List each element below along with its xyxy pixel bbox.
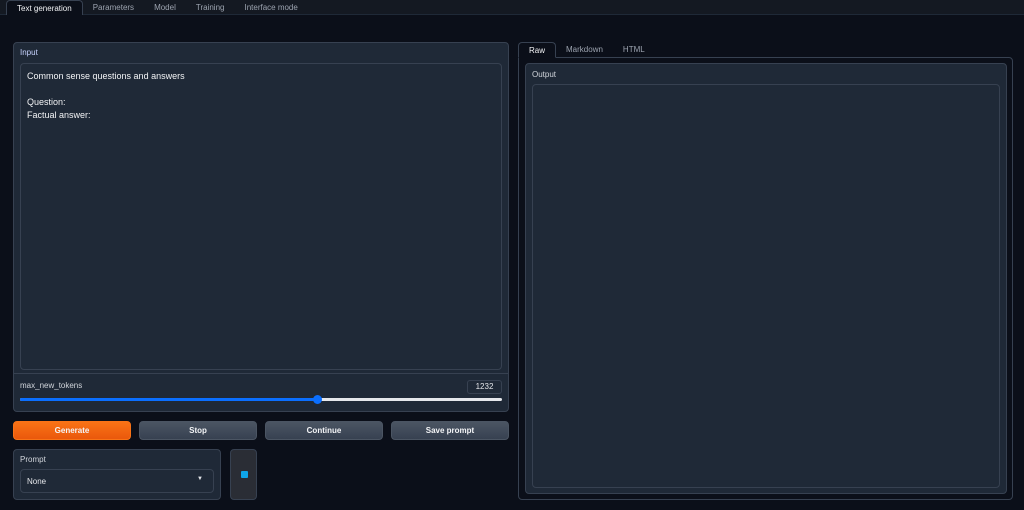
input-label: Input xyxy=(20,48,38,57)
save-prompt-button[interactable]: Save prompt xyxy=(391,421,509,440)
max-new-tokens-slider[interactable] xyxy=(20,395,502,404)
output-textarea[interactable] xyxy=(532,84,1000,488)
tab-interface-mode[interactable]: Interface mode xyxy=(234,0,307,15)
tab-parameters[interactable]: Parameters xyxy=(83,0,144,15)
tab-training[interactable]: Training xyxy=(186,0,235,15)
output-tabs: Raw Markdown HTML xyxy=(518,42,655,58)
main-tabs: Text generation Parameters Model Trainin… xyxy=(0,0,1024,15)
refresh-button[interactable] xyxy=(230,449,257,500)
slider-fill xyxy=(20,398,317,401)
stop-button[interactable]: Stop xyxy=(139,421,257,440)
slider-thumb[interactable] xyxy=(312,395,322,404)
tab-markdown[interactable]: Markdown xyxy=(556,42,613,58)
divider xyxy=(13,373,509,374)
tab-raw[interactable]: Raw xyxy=(518,42,557,58)
refresh-icon xyxy=(241,471,248,478)
prompt-label: Prompt xyxy=(20,455,46,464)
prompt-dropdown[interactable]: None ▼ xyxy=(20,469,214,493)
continue-button[interactable]: Continue xyxy=(265,421,383,440)
prompt-selected: None xyxy=(27,477,47,486)
input-textarea[interactable]: Common sense questions and answers Quest… xyxy=(20,63,502,370)
chevron-down-icon: ▼ xyxy=(197,476,203,482)
generate-button[interactable]: Generate xyxy=(13,421,131,440)
tab-text-generation[interactable]: Text generation xyxy=(6,0,83,15)
max-new-tokens-input[interactable]: 1232 xyxy=(467,380,502,394)
tab-html[interactable]: HTML xyxy=(613,42,655,58)
output-label: Output xyxy=(532,70,557,79)
max-new-tokens-label: max_new_tokens xyxy=(20,381,83,390)
tab-model[interactable]: Model xyxy=(144,0,186,15)
